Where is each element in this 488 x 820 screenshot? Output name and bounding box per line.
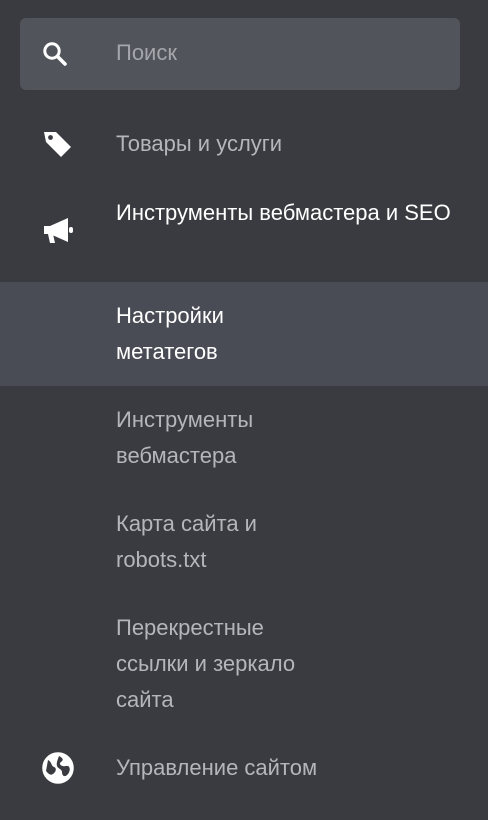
search-input[interactable]: Поиск xyxy=(116,38,177,68)
sidebar-item-label: Товары и услуги xyxy=(116,131,283,156)
tag-icon xyxy=(40,126,76,162)
megaphone-icon xyxy=(40,212,76,248)
sidebar-subitem-meta-settings[interactable]: Настройки метатегов xyxy=(0,282,488,386)
globe-icon xyxy=(40,750,76,786)
sidebar-item-products[interactable]: Товары и услуги xyxy=(0,112,488,176)
sidebar-item-webmaster-seo[interactable]: Инструменты вебмастера и SEO xyxy=(0,182,488,278)
sidebar-item-label: Управление сайтом xyxy=(116,755,318,780)
sidebar-item-site-management[interactable]: Управление сайтом xyxy=(0,736,488,800)
sidebar-subitem-sitemap-robots[interactable]: Карта сайта и robots.txt xyxy=(0,490,488,594)
sidebar: Поиск Товары и услуги Инструменты вебмас… xyxy=(0,0,488,820)
search-icon[interactable] xyxy=(41,40,69,68)
search-box[interactable] xyxy=(20,18,460,90)
sidebar-subitem-webmaster-tools[interactable]: Инструменты вебмастера xyxy=(0,386,488,490)
sidebar-topbar: Поиск xyxy=(0,0,488,112)
sidebar-item-label: Инструменты вебмастера и SEO xyxy=(116,200,451,225)
sidebar-subitem-label: Инструменты вебмастера xyxy=(116,407,254,468)
sidebar-subitem-label: Перекрестные ссылки и зеркало сайта xyxy=(116,615,296,712)
sidebar-subitem-crosslinks-mirror[interactable]: Перекрестные ссылки и зеркало сайта xyxy=(0,594,488,730)
sidebar-subitem-label: Карта сайта и robots.txt xyxy=(116,511,257,572)
sidebar-subitem-label: Настройки метатегов xyxy=(116,303,224,364)
